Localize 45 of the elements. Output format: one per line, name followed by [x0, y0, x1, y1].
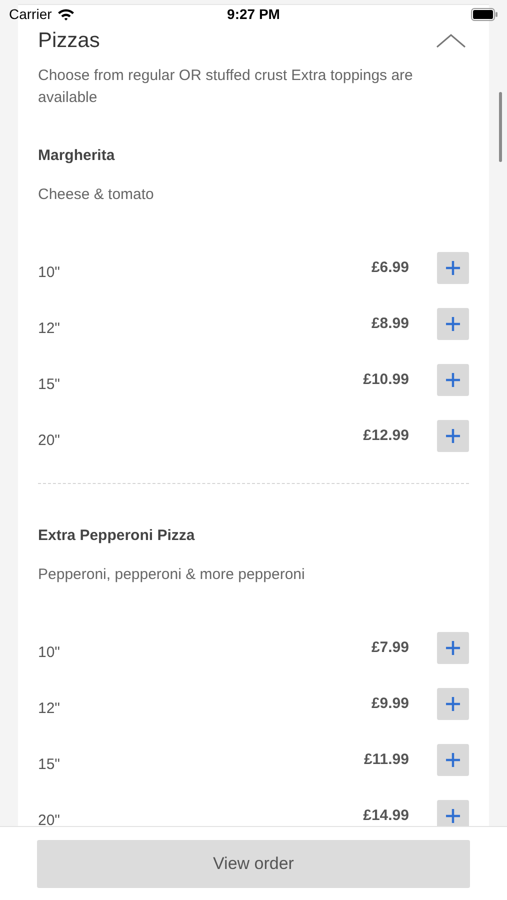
add-button[interactable]: [437, 364, 469, 396]
size-label: 20": [38, 430, 62, 451]
plus-icon: [445, 316, 461, 332]
section-description: Choose from regular OR stuffed crust Extra toppings are available: [38, 66, 414, 108]
price: £14.99: [363, 806, 409, 826]
add-button[interactable]: [437, 688, 469, 720]
price: £10.99: [363, 370, 409, 390]
size-label: 12": [38, 318, 62, 339]
price: £11.99: [364, 750, 409, 770]
size-label: 15": [38, 374, 62, 395]
plus-icon: [445, 372, 461, 388]
add-button[interactable]: [437, 744, 469, 776]
plus-icon: [445, 752, 461, 768]
item-description: Cheese & tomato: [38, 185, 155, 205]
plus-icon: [445, 428, 461, 444]
add-button[interactable]: [437, 252, 469, 284]
size-label: 20": [38, 810, 62, 826]
item-description: Pepperoni, pepperoni & more pepperoni: [38, 565, 306, 585]
wifi-icon: [56, 8, 75, 20]
battery-icon: [470, 8, 498, 20]
price: £12.99: [363, 426, 409, 446]
price: £8.99: [371, 314, 409, 334]
add-button[interactable]: [437, 420, 469, 452]
size-label: 12": [38, 698, 62, 719]
carrier-label: Carrier: [9, 4, 52, 24]
price: £6.99: [371, 258, 409, 278]
size-label: 10": [38, 642, 62, 663]
size-label: 15": [38, 754, 62, 775]
price: £9.99: [371, 694, 409, 714]
plus-icon: [445, 696, 461, 712]
chevron-up-icon: [436, 34, 466, 48]
price: £7.99: [371, 638, 409, 658]
add-button[interactable]: [437, 800, 469, 826]
status-time: 9:27 PM: [227, 4, 280, 24]
item-name: Margherita: [38, 146, 116, 166]
section-title: Pizzas: [38, 28, 100, 54]
size-label: 10": [38, 262, 62, 283]
plus-icon: [445, 640, 461, 656]
item-name: Extra Pepperoni Pizza: [38, 526, 196, 546]
view-order-button[interactable]: View order: [37, 840, 470, 888]
plus-icon: [445, 808, 461, 824]
plus-icon: [445, 260, 461, 276]
scrollbar-thumb: [499, 92, 502, 162]
add-button[interactable]: [437, 632, 469, 664]
add-button[interactable]: [437, 308, 469, 340]
